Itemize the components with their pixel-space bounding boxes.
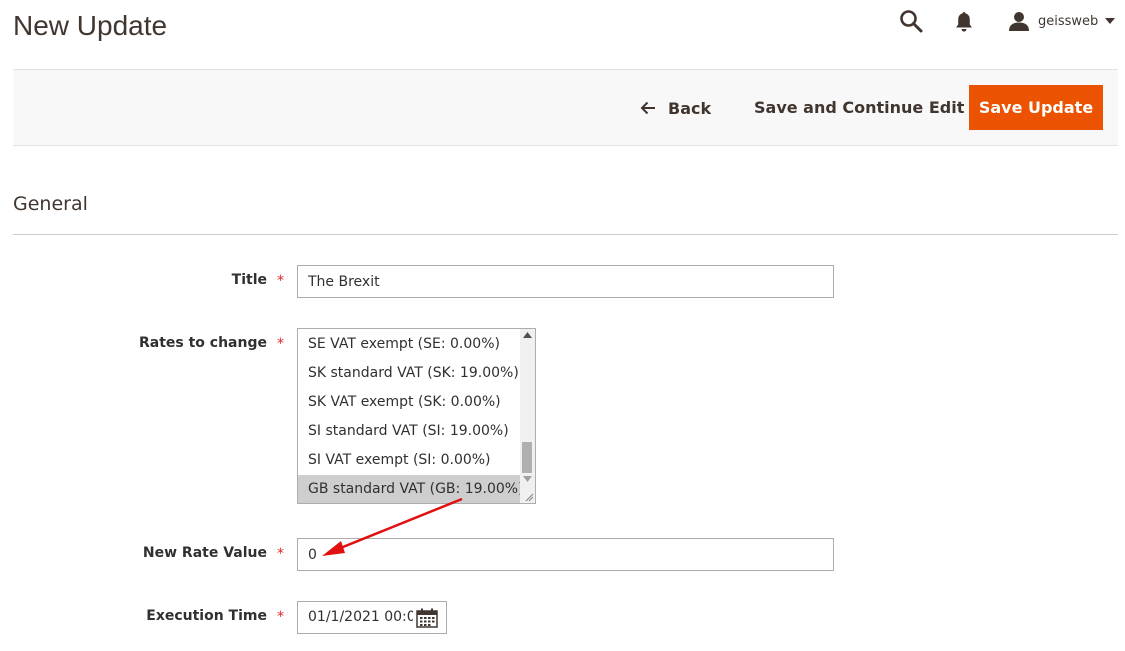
required-marker: * [277,546,284,562]
back-label: Back [668,98,712,118]
execution-time-input[interactable]: 01/1/2021 00:00 [297,601,447,634]
rates-multiselect[interactable]: SE VAT exempt (SE: 0.00%) SK standard VA… [297,328,536,504]
section-title: General [13,193,88,215]
section-divider [13,234,1118,235]
calendar-icon[interactable] [416,608,438,628]
title-input[interactable] [297,265,834,298]
page-actions-bar: Back Save and Continue Edit Save Update [13,69,1118,146]
new-rate-input[interactable] [297,538,834,571]
new-rate-label: New Rate Value [142,545,267,561]
scroll-down-icon[interactable] [523,475,532,483]
rates-option[interactable]: SI standard VAT (SI: 19.00%) [298,417,520,446]
required-marker: * [277,273,284,289]
bell-icon[interactable] [954,11,974,33]
rates-option[interactable]: SI VAT exempt (SI: 0.00%) [298,446,520,475]
user-icon [1009,12,1029,31]
execution-time-label: Execution Time [146,608,267,624]
scroll-up-icon[interactable] [523,331,532,339]
back-button[interactable]: Back [640,94,711,122]
rates-options-list: SE VAT exempt (SE: 0.00%) SK standard VA… [298,329,524,503]
rates-label: Rates to change [138,335,267,351]
rates-option[interactable]: SK standard VAT (SK: 19.00%) [298,359,520,388]
save-update-button[interactable]: Save Update [969,85,1103,130]
scroll-thumb[interactable] [522,442,532,473]
user-name: geissweb [1038,13,1099,29]
back-arrow-icon [640,101,655,115]
page-title: New Update [13,10,168,41]
caret-down-icon [1105,18,1116,24]
user-menu[interactable]: geissweb [1008,10,1116,32]
save-and-continue-button[interactable]: Save and Continue Edit [754,94,964,122]
rates-option-selected[interactable]: GB standard VAT (GB: 19.00%) [298,475,524,503]
rates-option[interactable]: SE VAT exempt (SE: 0.00%) [298,330,520,359]
resize-grip-icon[interactable] [524,492,534,502]
required-marker: * [277,609,284,625]
rates-option[interactable]: SK VAT exempt (SK: 0.00%) [298,388,520,417]
search-icon[interactable] [899,9,923,33]
execution-time-value: 01/1/2021 00:00 [308,609,413,625]
title-label: Title [231,272,267,288]
rates-scrollbar[interactable] [520,329,535,503]
required-marker: * [277,336,284,352]
